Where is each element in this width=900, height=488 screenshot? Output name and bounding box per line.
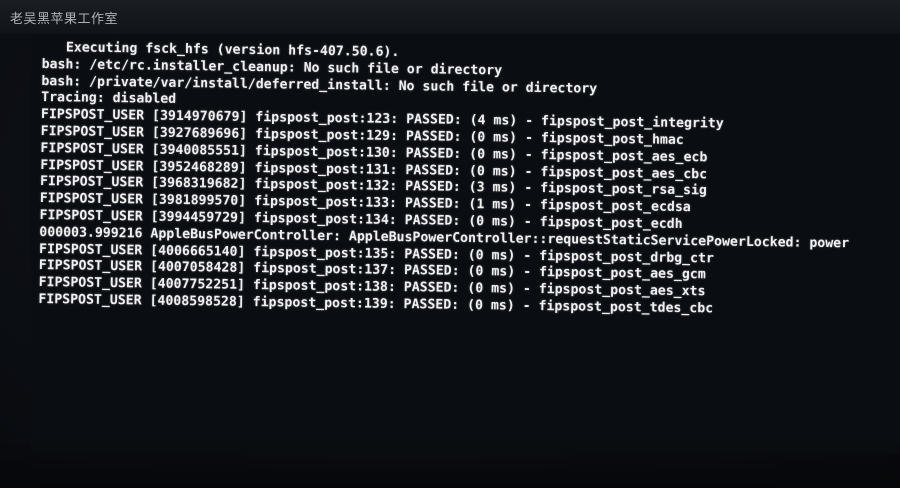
watermark: 老吴黑苹果工作室 bbox=[10, 12, 119, 27]
monitor-bezel bbox=[0, 0, 900, 34]
console-output: Executing fsck_hfs (version hfs-407.50.6… bbox=[38, 40, 900, 321]
console-screen: Executing fsck_hfs (version hfs-407.50.6… bbox=[30, 34, 900, 454]
bottom-shadow bbox=[0, 440, 900, 488]
